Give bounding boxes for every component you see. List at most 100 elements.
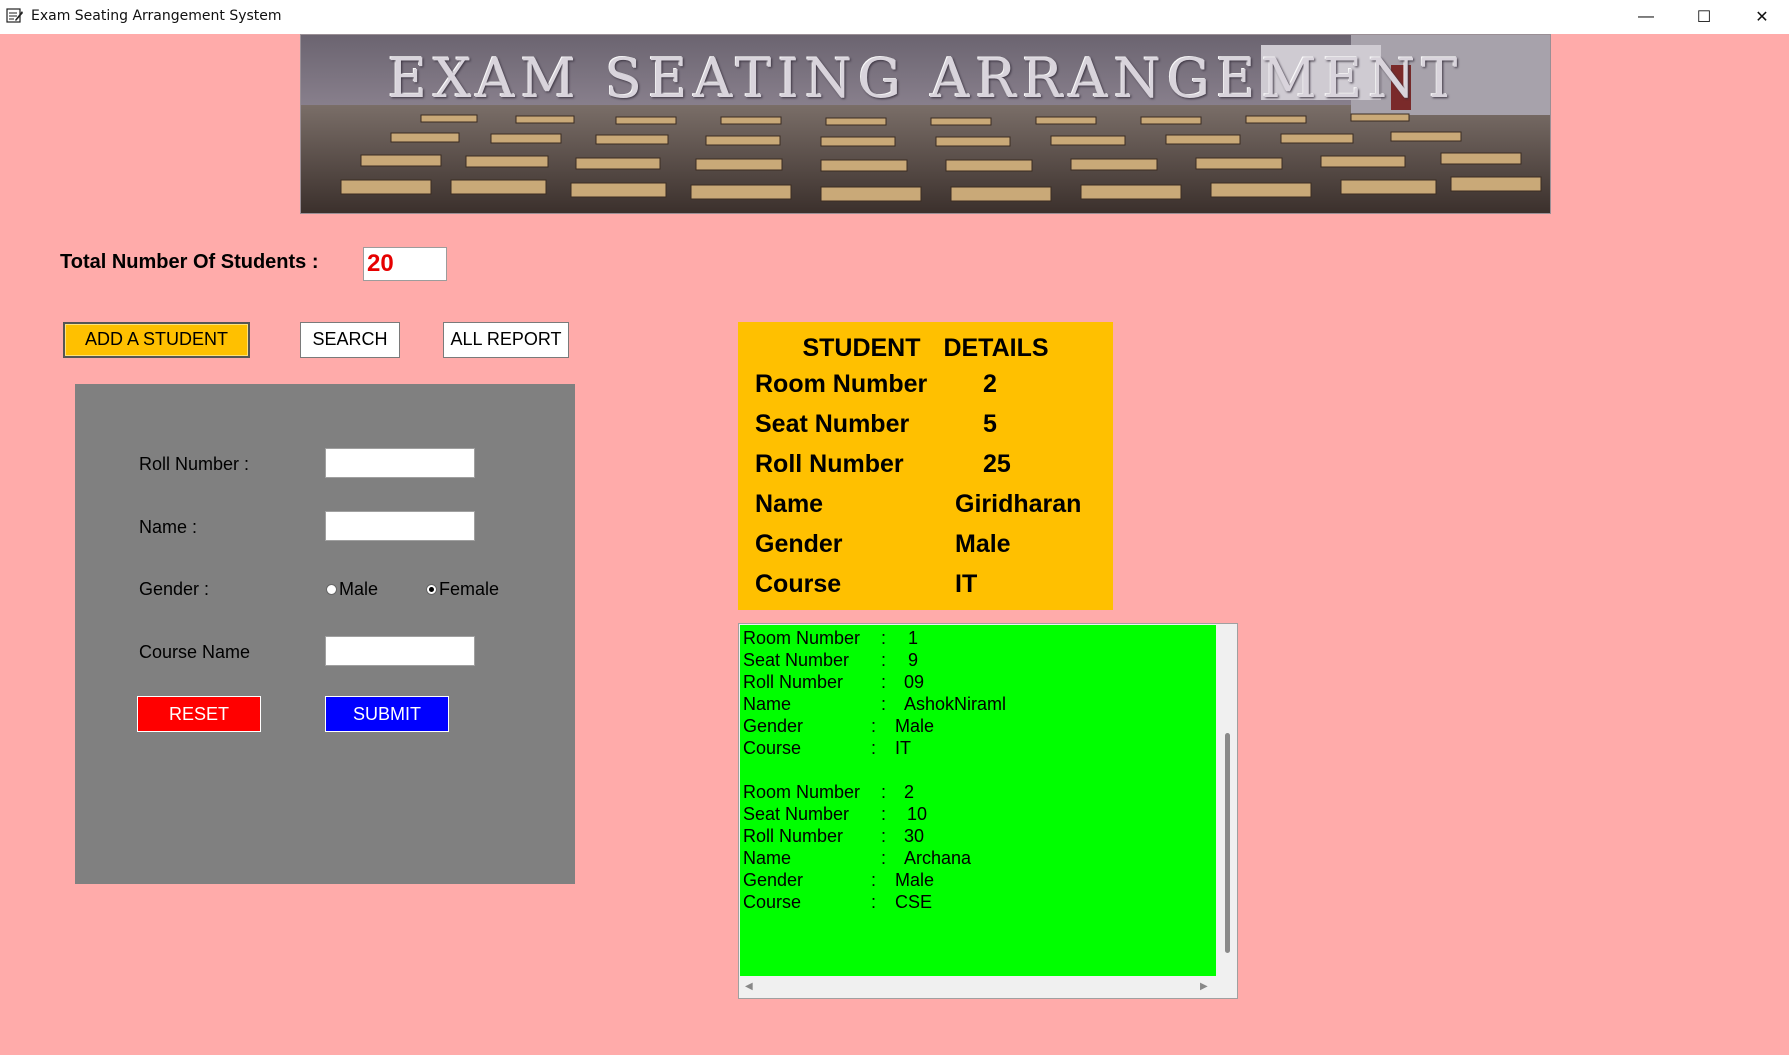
details-gender-value: Male xyxy=(955,530,1011,558)
details-roll-value: 25 xyxy=(983,450,1011,478)
report-line: Room Number: 1 xyxy=(740,627,1216,649)
report-colon: : xyxy=(881,826,887,846)
report-key: Roll Number xyxy=(743,672,844,692)
gender-female-label: Female xyxy=(439,579,500,599)
report-colon: : xyxy=(881,694,887,714)
total-students-field[interactable]: 20 xyxy=(363,247,447,281)
report-value: 10 xyxy=(907,804,928,824)
details-roll-label: Roll Number xyxy=(755,450,904,478)
report-blank-line xyxy=(740,759,1216,781)
report-value: 1 xyxy=(908,628,919,648)
report-colon: : xyxy=(881,782,887,802)
reset-button[interactable]: RESET xyxy=(137,696,261,732)
report-key: Gender xyxy=(743,870,804,890)
details-room-label: Room Number xyxy=(755,370,928,398)
report-value: CSE xyxy=(895,892,933,912)
report-value: 09 xyxy=(904,672,925,692)
gender-label: Gender : xyxy=(139,579,210,599)
details-course-label: Course xyxy=(755,570,842,598)
report-line: Name: Archana xyxy=(740,847,1216,869)
report-key: Seat Number xyxy=(743,804,850,824)
details-seat-label: Seat Number xyxy=(755,410,910,438)
report-colon: : xyxy=(881,628,887,648)
all-report-button[interactable]: ALL REPORT xyxy=(443,322,569,358)
details-name-value: Giridharan xyxy=(955,490,1082,518)
report-line: Seat Number:10 xyxy=(740,803,1216,825)
report-key: Room Number xyxy=(743,628,861,648)
report-key: Gender xyxy=(743,716,804,736)
report-key: Course xyxy=(743,738,802,758)
report-line: Course: CSE xyxy=(740,891,1216,913)
report-line: Gender: Male xyxy=(740,869,1216,891)
report-colon: : xyxy=(871,738,877,758)
app-icon xyxy=(6,8,23,23)
report-value: 9 xyxy=(908,650,919,670)
details-gender-label: Gender xyxy=(755,530,843,558)
scroll-right-icon[interactable]: ▶ xyxy=(1200,981,1208,992)
gender-male-label: Male xyxy=(339,579,379,599)
banner-title: EXAM SEATING ARRANGEMENT xyxy=(387,47,1464,110)
student-details-panel: STUDENT DETAILS Room Number 2 Seat Numbe… xyxy=(738,322,1113,610)
main-canvas: EXAM SEATING ARRANGEMENT Total Number Of… xyxy=(0,34,1789,1055)
scroll-left-icon[interactable]: ◀ xyxy=(745,981,753,992)
course-name-input[interactable] xyxy=(325,636,475,666)
details-course-value: IT xyxy=(955,570,978,598)
report-key: Room Number xyxy=(743,782,861,802)
report-colon: : xyxy=(871,870,877,890)
report-colon: : xyxy=(871,892,877,912)
search-button[interactable]: SEARCH xyxy=(300,322,400,358)
report-colon: : xyxy=(881,650,887,670)
add-student-button[interactable]: ADD A STUDENT xyxy=(63,322,250,358)
report-value: 2 xyxy=(904,782,915,802)
report-key: Name xyxy=(743,848,792,868)
report-line: Name: AshokNiraml xyxy=(740,693,1216,715)
roll-number-label: Roll Number : xyxy=(139,454,250,474)
report-colon: : xyxy=(871,716,877,736)
banner-image: EXAM SEATING ARRANGEMENT xyxy=(300,34,1551,214)
report-value: IT xyxy=(895,738,911,758)
vertical-scrollbar[interactable] xyxy=(1217,625,1237,976)
close-icon: ✕ xyxy=(1755,9,1769,26)
title-bar: Exam Seating Arrangement System — ☐ ✕ xyxy=(0,0,1789,34)
report-text-area[interactable]: Room Number: 1 Seat Number: 9 Roll Number:… xyxy=(738,623,1238,999)
report-key: Course xyxy=(743,892,802,912)
report-line: Roll Number:09 xyxy=(740,671,1216,693)
report-line: Seat Number: 9 xyxy=(740,649,1216,671)
report-colon: : xyxy=(881,672,887,692)
gender-male-radio[interactable]: Male xyxy=(326,579,378,600)
submit-button[interactable]: SUBMIT xyxy=(325,696,449,732)
name-label: Name : xyxy=(139,517,198,537)
details-seat-value: 5 xyxy=(983,410,997,438)
details-name-label: Name xyxy=(755,490,824,518)
minimize-button[interactable]: — xyxy=(1617,0,1675,34)
report-value: Male xyxy=(895,870,935,890)
report-line: Roll Number:30 xyxy=(740,825,1216,847)
details-room-value: 2 xyxy=(983,370,997,398)
report-line: Course: IT xyxy=(740,737,1216,759)
report-value: AshokNiraml xyxy=(904,694,1007,714)
horizontal-scrollbar[interactable]: ◀ ▶ xyxy=(740,976,1217,998)
report-key: Name xyxy=(743,694,792,714)
add-student-form: Roll Number : Name : Gender : Male Femal… xyxy=(75,384,575,884)
window-title: Exam Seating Arrangement System xyxy=(31,8,282,24)
report-line: Room Number:2 xyxy=(740,781,1216,803)
roll-number-input[interactable] xyxy=(325,448,475,478)
maximize-button[interactable]: ☐ xyxy=(1675,0,1733,34)
scrollbar-thumb[interactable] xyxy=(1225,733,1230,953)
maximize-icon: ☐ xyxy=(1696,9,1712,26)
radio-unselected-icon xyxy=(326,584,337,595)
report-value: Archana xyxy=(904,848,972,868)
total-students-label: Total Number Of Students : xyxy=(60,251,319,273)
report-line: Gender: Male xyxy=(740,715,1216,737)
report-colon: : xyxy=(881,848,887,868)
radio-selected-icon xyxy=(426,584,437,595)
gender-female-radio[interactable]: Female xyxy=(426,579,499,600)
report-key: Seat Number xyxy=(743,650,850,670)
report-value: Male xyxy=(895,716,935,736)
course-name-label: Course Name xyxy=(139,642,251,662)
close-button[interactable]: ✕ xyxy=(1733,0,1789,34)
minimize-icon: — xyxy=(1638,8,1654,25)
report-value: 30 xyxy=(904,826,925,846)
student-details-title: STUDENT DETAILS xyxy=(802,334,1049,362)
name-input[interactable] xyxy=(325,511,475,541)
